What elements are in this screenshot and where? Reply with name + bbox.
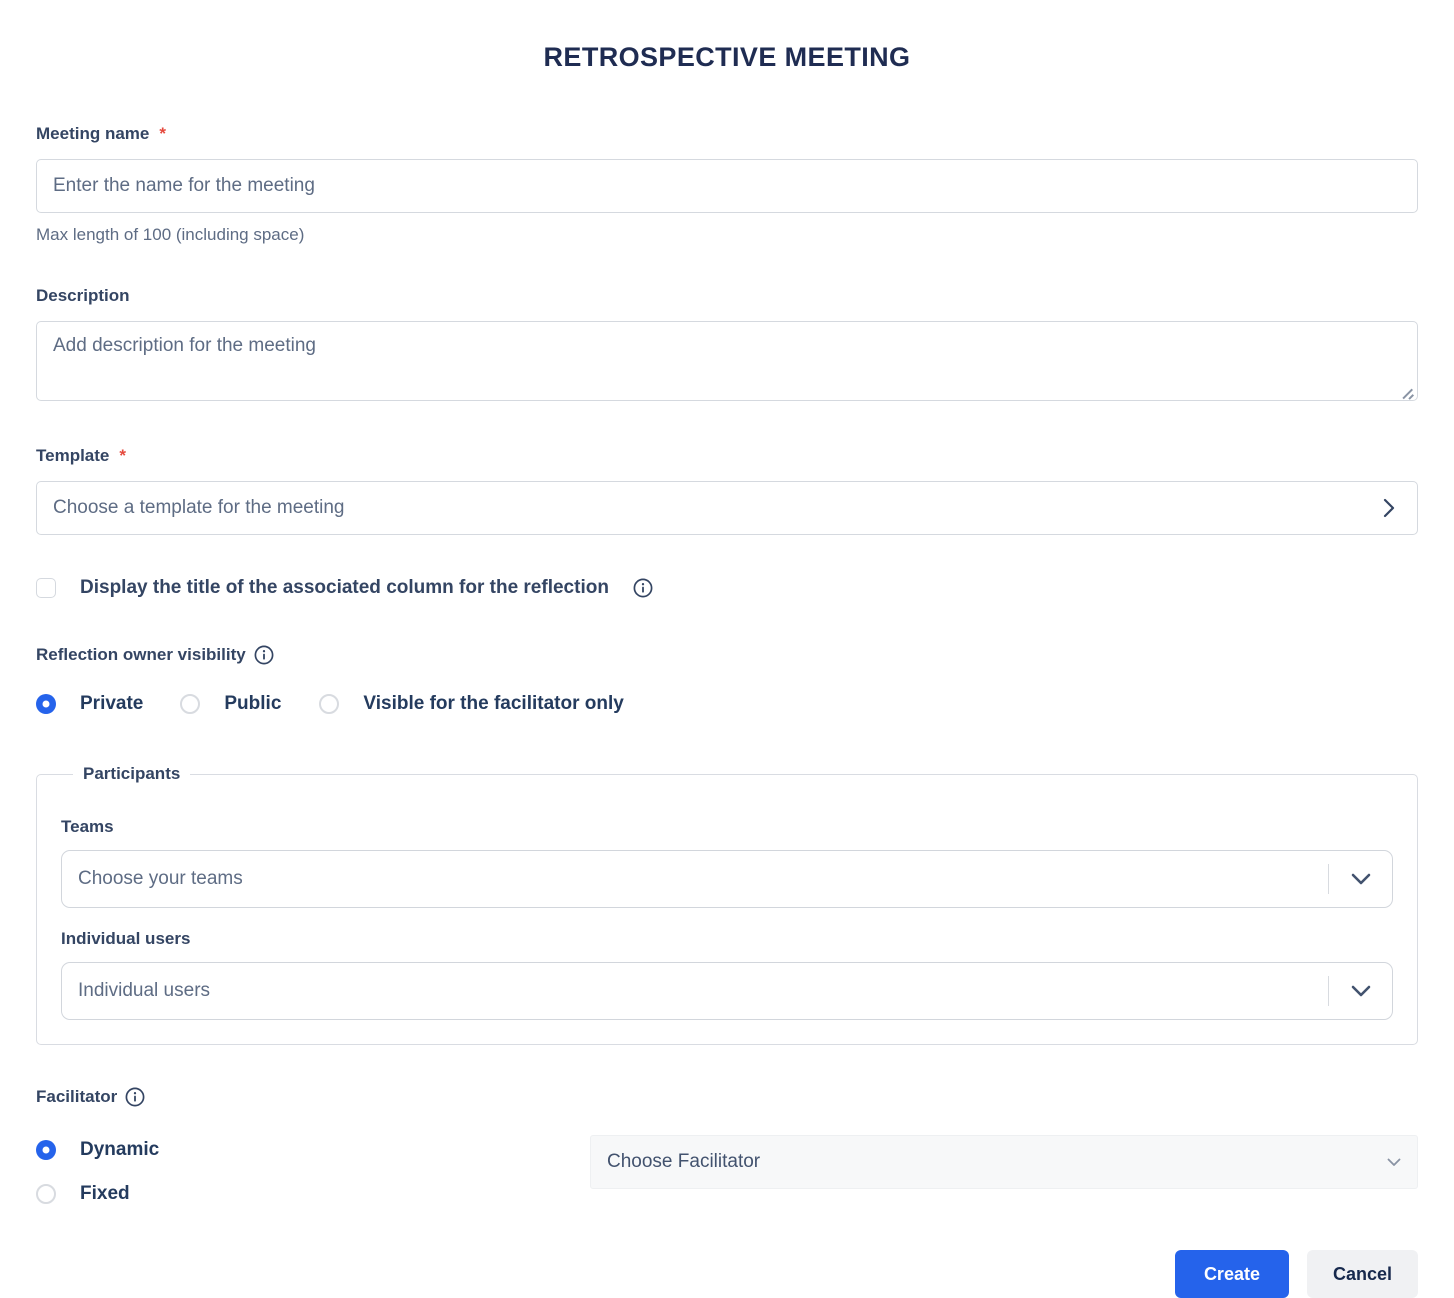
facilitator-radio-group: Dynamic Fixed (36, 1135, 590, 1205)
participants-legend: Participants (73, 764, 190, 784)
cancel-button[interactable]: Cancel (1307, 1250, 1418, 1298)
select-divider (1328, 976, 1329, 1006)
radio-fixed-label: Fixed (80, 1183, 130, 1205)
display-title-checkbox-label: Display the title of the associated colu… (80, 577, 609, 599)
description-label-text: Description (36, 286, 130, 306)
meeting-name-label: Meeting name * (36, 124, 1418, 144)
facilitator-label: Facilitator (36, 1087, 1418, 1107)
facilitator-select[interactable]: Choose Facilitator (590, 1135, 1418, 1189)
meeting-name-helper-text: Max length of 100 (including space) (36, 225, 1418, 245)
meeting-name-label-text: Meeting name (36, 124, 149, 144)
description-label: Description (36, 286, 1418, 306)
chevron-down-icon[interactable] (1350, 984, 1372, 998)
meeting-name-input[interactable] (36, 159, 1418, 213)
teams-label: Teams (61, 817, 1393, 837)
display-title-checkbox-row: Display the title of the associated colu… (36, 577, 1418, 599)
template-label: Template * (36, 446, 1418, 466)
create-button[interactable]: Create (1175, 1250, 1289, 1298)
radio-private-label: Private (80, 693, 143, 715)
info-icon[interactable] (633, 578, 653, 598)
radio-button-icon[interactable] (36, 1140, 56, 1160)
template-label-text: Template (36, 446, 109, 466)
facilitator-select-placeholder: Choose Facilitator (607, 1151, 760, 1173)
display-title-checkbox[interactable] (36, 578, 56, 598)
radio-public[interactable]: Public (180, 693, 281, 715)
radio-dynamic-label: Dynamic (80, 1139, 159, 1161)
meeting-name-section: Meeting name * Max length of 100 (includi… (36, 124, 1418, 245)
radio-button-icon[interactable] (36, 1184, 56, 1204)
retrospective-meeting-form: RETROSPECTIVE MEETING Meeting name * Max … (0, 0, 1454, 1298)
template-select-placeholder: Choose a template for the meeting (53, 497, 345, 519)
required-asterisk: * (119, 446, 126, 466)
template-section: Template * Choose a template for the meet… (36, 446, 1418, 535)
individual-users-select[interactable]: Individual users (61, 962, 1393, 1020)
reflection-owner-visibility-label-text: Reflection owner visibility (36, 645, 246, 665)
radio-public-label: Public (224, 693, 281, 715)
radio-facilitator-only[interactable]: Visible for the facilitator only (319, 693, 623, 715)
page-title: RETROSPECTIVE MEETING (36, 0, 1418, 73)
radio-facilitator-only-label: Visible for the facilitator only (363, 693, 623, 715)
facilitator-controls: Dynamic Fixed Choose Facilitator (36, 1135, 1418, 1205)
radio-dynamic[interactable]: Dynamic (36, 1139, 590, 1161)
visibility-radio-group: Private Public Visible for the facilitat… (36, 693, 1418, 715)
template-select[interactable]: Choose a template for the meeting (36, 481, 1418, 535)
chevron-down-icon (1387, 1158, 1401, 1167)
chevron-right-icon (1381, 497, 1397, 519)
reflection-owner-visibility-section: Reflection owner visibility Private Publ… (36, 645, 1418, 715)
select-divider (1328, 864, 1329, 894)
teams-select[interactable]: Choose your teams (61, 850, 1393, 908)
teams-select-placeholder: Choose your teams (78, 868, 243, 890)
facilitator-section: Facilitator Dynamic Fixed Choose Facilit… (36, 1087, 1418, 1205)
radio-fixed[interactable]: Fixed (36, 1183, 590, 1205)
reflection-owner-visibility-label: Reflection owner visibility (36, 645, 1418, 665)
description-section: Description (36, 286, 1418, 406)
required-asterisk: * (159, 124, 166, 144)
individual-users-select-placeholder: Individual users (78, 980, 210, 1002)
info-icon[interactable] (125, 1087, 145, 1107)
radio-button-icon[interactable] (180, 694, 200, 714)
individual-users-label: Individual users (61, 929, 1393, 949)
radio-button-icon[interactable] (319, 694, 339, 714)
chevron-down-icon[interactable] (1350, 872, 1372, 886)
description-textarea[interactable] (36, 321, 1418, 401)
radio-button-icon[interactable] (36, 694, 56, 714)
info-icon[interactable] (254, 645, 274, 665)
radio-private[interactable]: Private (36, 693, 143, 715)
form-actions: Create Cancel (36, 1250, 1418, 1298)
participants-fieldset: Participants Teams Choose your teams Ind… (36, 764, 1418, 1045)
facilitator-label-text: Facilitator (36, 1087, 117, 1107)
